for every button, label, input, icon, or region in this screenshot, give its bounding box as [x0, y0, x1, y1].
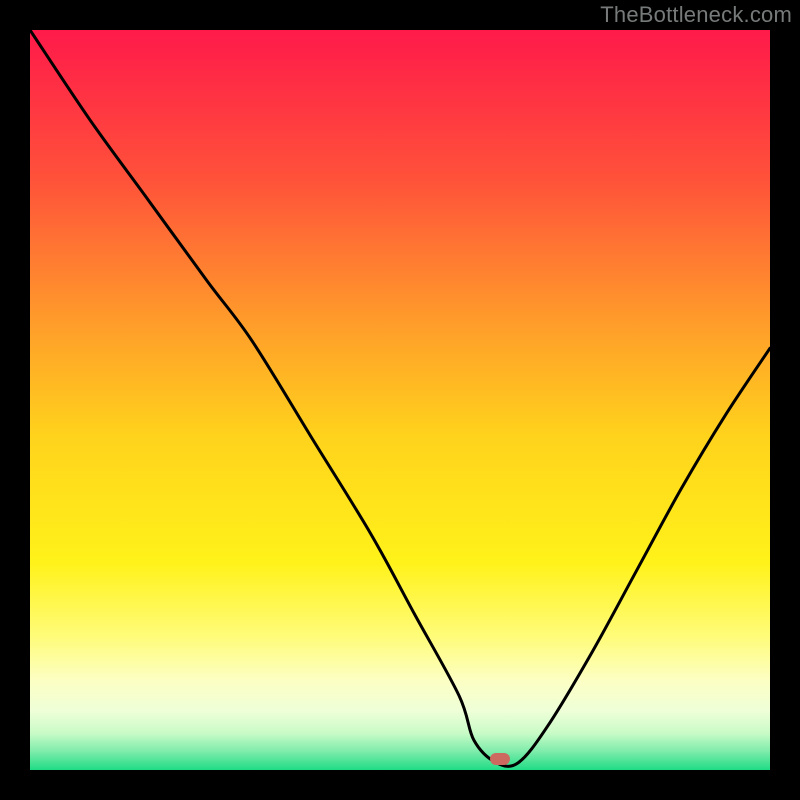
chart-frame: TheBottleneck.com: [0, 0, 800, 800]
optimal-point-marker: [490, 753, 510, 765]
watermark-text: TheBottleneck.com: [600, 2, 792, 28]
plot-area: [30, 30, 770, 770]
bottleneck-curve: [30, 30, 770, 770]
